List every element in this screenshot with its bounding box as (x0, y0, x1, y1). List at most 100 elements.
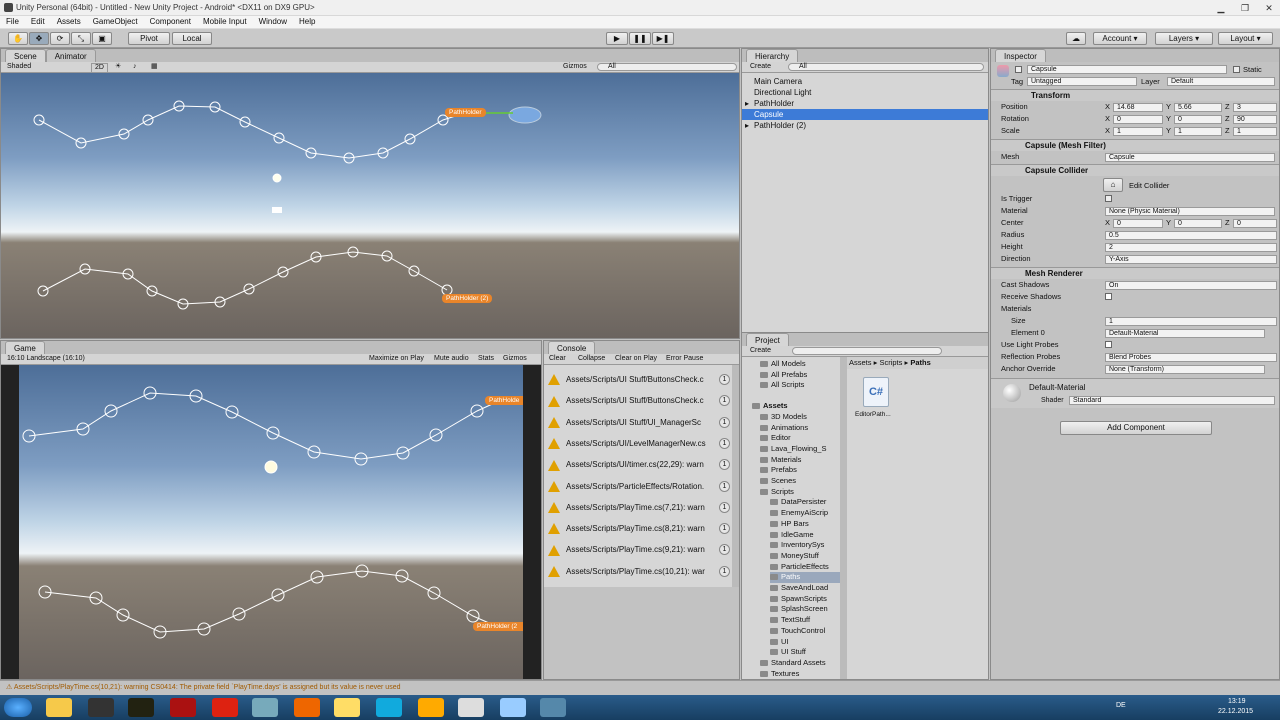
layers-dropdown[interactable]: Layers ▾ (1155, 32, 1213, 45)
hierarchy-item-directional-light[interactable]: Directional Light (742, 87, 988, 98)
active-checkbox[interactable] (1015, 66, 1022, 73)
clock-date[interactable]: 22.12.2015 (1218, 708, 1253, 715)
lighting-icon[interactable]: ☀ (115, 62, 121, 72)
vlc-icon[interactable] (418, 698, 444, 717)
local-toggle[interactable]: Local (172, 32, 212, 45)
play-button[interactable]: ▶ (606, 32, 628, 45)
console-log-row[interactable]: Assets/Scripts/UI/timer.cs(22,29): warn 1 (548, 454, 736, 475)
mesh-filter-header[interactable]: Capsule (Mesh Filter) (991, 139, 1279, 151)
scripts-subfolder[interactable]: TextStuff (770, 615, 840, 626)
editorpath-file-label[interactable]: EditorPath... (855, 411, 891, 418)
pause-button[interactable]: ❚❚ (629, 32, 651, 45)
rotation-y-field[interactable]: 0 (1174, 114, 1222, 124)
rotation-z-field[interactable]: 90 (1233, 114, 1277, 124)
pivot-toggle[interactable]: Pivot (128, 32, 170, 45)
scripts-subfolder[interactable]: ParticleEffects (770, 562, 840, 573)
console-log-row[interactable]: Assets/Scripts/UI Stuff/ButtonsCheck.c 1 (548, 369, 736, 390)
explorer-icon[interactable] (46, 698, 72, 717)
scale-tool-icon[interactable]: ⤡ (71, 32, 91, 45)
move-tool-icon[interactable]: ✥ (29, 32, 49, 45)
breadcrumb-scripts[interactable]: Scripts (879, 358, 902, 367)
reflection-probes-dropdown[interactable]: Blend Probes (1105, 352, 1277, 362)
mute-audio-toggle[interactable]: Mute audio (434, 354, 469, 364)
add-component-button[interactable]: Add Component (1060, 421, 1212, 435)
menu-edit[interactable]: Edit (25, 16, 51, 28)
pathholder2-label[interactable]: PathHolder (2) (442, 294, 493, 303)
aspect-dropdown[interactable]: 16:10 Landscape (16:10) (7, 354, 85, 364)
hierarchy-item-main-camera[interactable]: Main Camera (742, 76, 988, 87)
size-field[interactable]: 1 (1105, 316, 1277, 326)
folder-icon[interactable] (334, 698, 360, 717)
stats-toggle[interactable]: Stats (478, 354, 494, 364)
menu-window[interactable]: Window (253, 16, 293, 28)
object-name-field[interactable]: Capsule (1027, 65, 1227, 74)
minimize-button[interactable]: ▁ (1210, 0, 1232, 16)
scripts-subfolder[interactable]: HP Bars (770, 519, 840, 530)
hand-tool-icon[interactable]: ✋ (8, 32, 28, 45)
scale-x-field[interactable]: 1 (1113, 126, 1163, 136)
scripts-subfolder[interactable]: Paths (770, 572, 840, 583)
pathholder-label[interactable]: PathHolder (445, 108, 486, 117)
account-dropdown[interactable]: Account ▾ (1093, 32, 1147, 45)
console-log-row[interactable]: Assets/Scripts/PlayTime.cs(10,21): war 1 (548, 561, 736, 582)
csharp-file-icon[interactable]: C# (863, 377, 889, 407)
clock-time[interactable]: 13:19 (1228, 698, 1246, 705)
maximize-on-play-toggle[interactable]: Maximize on Play (369, 354, 424, 364)
center-z-field[interactable]: 0 (1233, 218, 1277, 228)
hierarchy-item-pathholder[interactable]: ▸ PathHolder (742, 98, 988, 109)
audio-icon[interactable]: ♪ (133, 62, 137, 72)
scripts-subfolder[interactable]: SpawnScripts (770, 594, 840, 605)
2d-toggle[interactable]: 2D (91, 63, 108, 73)
console-log-row[interactable]: Assets/Scripts/PlayTime.cs(8,21): warn 1 (548, 518, 736, 539)
hierarchy-item-pathholder-2[interactable]: ▸ PathHolder (2) (742, 120, 988, 131)
expand-arrow-icon[interactable]: ▸ (745, 120, 749, 131)
scene-search-field[interactable]: All (597, 63, 737, 71)
favorite-item[interactable]: All Scripts (760, 380, 840, 391)
expand-arrow-icon[interactable]: ▸ (745, 98, 749, 109)
tab-hierarchy[interactable]: Hierarchy (746, 49, 799, 62)
console-log-row[interactable]: Assets/Scripts/UI Stuff/ButtonsCheck.c 1 (548, 390, 736, 411)
maximize-button[interactable]: ❐ (1234, 0, 1256, 16)
project-folder[interactable]: Lava_Flowing_S (760, 444, 840, 455)
hierarchy-create-dropdown[interactable]: Create (750, 62, 771, 72)
tab-game[interactable]: Game (5, 341, 45, 354)
hierarchy-search-field[interactable]: All (788, 63, 984, 71)
scripts-subfolder[interactable]: InventorySys (770, 540, 840, 551)
rect-tool-icon[interactable]: ▣ (92, 32, 112, 45)
unity-icon[interactable] (88, 698, 114, 717)
project-folder[interactable]: Standard Assets (760, 658, 840, 669)
rotation-x-field[interactable]: 0 (1113, 114, 1163, 124)
scene-viewport[interactable]: PathHolder PathHolder (2) (1, 73, 739, 338)
project-folder[interactable]: Scripts (760, 487, 840, 498)
scripts-subfolder[interactable]: TouchControl (770, 626, 840, 637)
static-checkbox[interactable] (1233, 66, 1240, 73)
project-folder[interactable]: Scenes (760, 476, 840, 487)
console-clear-on-play-button[interactable]: Clear on Play (615, 354, 657, 364)
scripts-subfolder[interactable]: IdleGame (770, 530, 840, 541)
favorite-item[interactable]: All Models (760, 359, 840, 370)
opera-icon[interactable] (212, 698, 238, 717)
breadcrumb-assets[interactable]: Assets (849, 358, 872, 367)
element0-field[interactable]: Default-Material (1105, 328, 1265, 338)
position-x-field[interactable]: 14.68 (1113, 102, 1163, 112)
gizmos-dropdown[interactable]: Gizmos (563, 62, 587, 72)
height-field[interactable]: 2 (1105, 242, 1277, 252)
scripts-subfolder[interactable]: MoneyStuff (770, 551, 840, 562)
console-log-row[interactable]: Assets/Scripts/PlayTime.cs(7,21): warn 1 (548, 497, 736, 518)
console-error-pause-button[interactable]: Error Pause (666, 354, 703, 364)
project-tree-scrollbar[interactable] (840, 357, 847, 679)
document-icon[interactable] (252, 698, 278, 717)
tab-scene[interactable]: Scene (5, 49, 46, 62)
scripts-subfolder[interactable]: UI (770, 637, 840, 648)
start-button[interactable] (4, 698, 32, 717)
step-button[interactable]: ▶❚ (652, 32, 674, 45)
language-indicator[interactable]: DE (1116, 702, 1126, 709)
capsule-collider-header[interactable]: Capsule Collider (991, 164, 1279, 176)
breadcrumb-paths[interactable]: Paths (910, 358, 930, 367)
shader-dropdown[interactable]: Standard (1069, 396, 1275, 405)
window-app-icon[interactable] (458, 698, 484, 717)
project-folder[interactable]: Textures (760, 669, 840, 680)
transform-header[interactable]: Transform (991, 89, 1279, 101)
layout-dropdown[interactable]: Layout ▾ (1218, 32, 1273, 45)
tab-inspector[interactable]: Inspector (995, 49, 1046, 62)
